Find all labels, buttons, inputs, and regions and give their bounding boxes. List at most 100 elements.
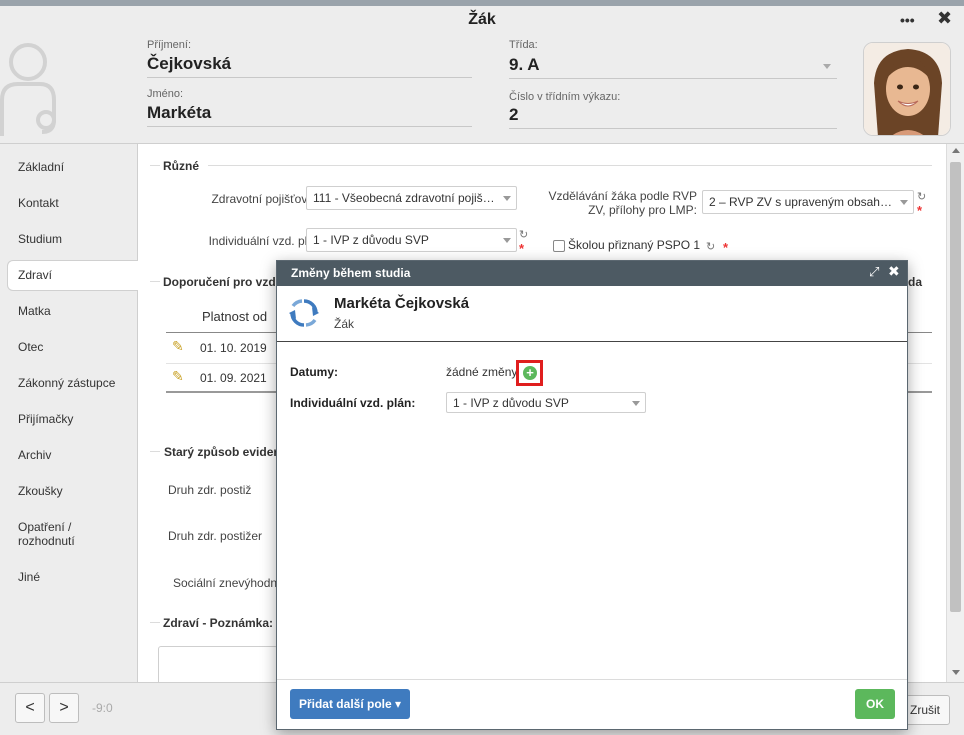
pencil-icon[interactable]: ✎ — [172, 338, 184, 355]
refresh-icon[interactable]: ↻ — [706, 240, 715, 253]
sidebar-item-matka[interactable]: Matka — [18, 304, 51, 318]
record-counter: -9:0 — [92, 701, 113, 715]
sidebar-item-zakonny-zastupce[interactable]: Zákonný zástupce — [18, 376, 115, 390]
dialog-student-role: Žák — [334, 317, 355, 331]
chevron-down-icon — [503, 238, 511, 243]
sidebar: Základní Kontakt Studium Zdraví Matka Ot… — [0, 144, 139, 682]
class-label: Třída: — [509, 39, 538, 51]
sidebar-item-opatreni[interactable]: Opatření / rozhodnutí — [18, 520, 75, 548]
ivp-label: Individuální vzd. plán: — [208, 234, 324, 248]
sidebar-item-kontakt[interactable]: Kontakt — [18, 196, 59, 210]
ok-button[interactable]: OK — [855, 689, 895, 719]
chevron-down-icon — [632, 401, 640, 406]
sidebar-item-opatreni-line2: rozhodnutí — [18, 534, 75, 548]
section-title-poznamka: Zdraví - Poznámka: — [163, 616, 274, 630]
changes-dialog: Změny během studia ⤢ ✖ Markéta Čejkovská… — [276, 260, 908, 730]
rvp-label-line1: Vzdělávání žáka podle RVP — [548, 189, 697, 203]
window-header: Žák ••• ✖ Příjmení: Čejkovská Jméno: Mar… — [0, 6, 964, 144]
scrollbar[interactable] — [946, 144, 964, 682]
rvp-label-line2: ZV, přílohy pro LMP: — [588, 203, 697, 217]
dialog-ivp-label: Individuální vzd. plán: — [290, 396, 416, 410]
datumy-value: žádné změny — [446, 365, 518, 379]
number-label: Číslo v třídním výkazu: — [509, 91, 621, 103]
rvp-select[interactable]: 2 – RVP ZV s upraveným obsahe… — [702, 190, 914, 214]
close-icon[interactable]: ✖ — [937, 8, 952, 29]
number-value: 2 — [509, 105, 837, 129]
chevron-down-icon — [503, 196, 511, 201]
sidebar-item-prijimacky[interactable]: Přijímačky — [18, 412, 73, 426]
section-title-doporuceni-right: da — [908, 275, 923, 289]
sidebar-item-zakladni[interactable]: Základní — [18, 160, 64, 174]
note-textarea[interactable] — [158, 646, 278, 686]
scroll-up-icon[interactable] — [952, 148, 960, 153]
section-line — [150, 451, 160, 452]
sidebar-item-opatreni-line1: Opatření / — [18, 520, 72, 534]
pspo-label: Školou přiznaný PSPO 1 — [568, 238, 701, 252]
dialog-footer-line — [277, 679, 907, 680]
section-line — [150, 622, 160, 623]
refresh-icon[interactable]: ↻ — [917, 190, 926, 203]
required-icon: * — [519, 241, 525, 256]
insurance-label: Zdravotní pojišťovna: — [211, 192, 324, 206]
dialog-title: Změny během studia — [291, 266, 411, 280]
insurance-select[interactable]: 111 - Všeobecná zdravotní pojišť… — [306, 186, 517, 210]
girl-portrait-icon — [864, 43, 950, 135]
surname-value: Čejkovská — [147, 54, 472, 78]
section-title-doporuceni: Doporučení pro vzd — [163, 275, 276, 289]
section-title-ruzne: Různé — [163, 159, 199, 173]
firstname-value: Markéta — [147, 103, 472, 127]
surname-label: Příjmení: — [147, 39, 192, 51]
expand-icon[interactable]: ⤢ — [869, 264, 879, 280]
sync-icon — [289, 299, 319, 327]
person-placeholder-icon — [0, 43, 56, 136]
add-date-plus-icon[interactable]: + — [523, 366, 537, 380]
table-cell-date: 01. 10. 2019 — [200, 341, 267, 355]
next-button[interactable]: > — [49, 693, 79, 723]
scroll-down-icon[interactable] — [952, 670, 960, 675]
sidebar-item-otec[interactable]: Otec — [18, 340, 43, 354]
dialog-close-icon[interactable]: ✖ — [888, 263, 900, 280]
add-field-button[interactable]: Přidat další pole ▾ — [290, 689, 410, 719]
more-options-icon[interactable]: ••• — [900, 12, 915, 28]
class-select[interactable]: 9. A — [509, 55, 837, 79]
datumy-label: Datumy: — [290, 365, 339, 379]
druh1-label: Druh zdr. postiž — [168, 483, 252, 497]
refresh-icon[interactable]: ↻ — [519, 228, 528, 241]
dialog-ivp-value: 1 - IVP z důvodu SVP — [453, 396, 569, 410]
dialog-header: Změny během studia ⤢ ✖ — [277, 261, 907, 286]
section-title-stary: Starý způsob evider — [164, 445, 279, 459]
sidebar-item-studium[interactable]: Studium — [18, 232, 62, 246]
sidebar-item-archiv[interactable]: Archiv — [18, 448, 51, 462]
rvp-value: 2 – RVP ZV s upraveným obsahe… — [709, 195, 899, 209]
rvp-label: Vzdělávání žáka podle RVP ZV, přílohy pr… — [518, 189, 697, 217]
socialni-label: Sociální znevýhodn — [173, 576, 278, 590]
sidebar-item-jine[interactable]: Jiné — [18, 570, 40, 584]
dialog-student-name: Markéta Čejkovská — [334, 295, 470, 312]
ivp-value: 1 - IVP z důvodu SVP — [313, 233, 429, 247]
required-icon: * — [723, 240, 729, 255]
add-date-highlight: + — [516, 360, 543, 386]
pencil-icon[interactable]: ✎ — [172, 368, 184, 385]
table-cell-date: 01. 09. 2021 — [200, 371, 267, 385]
dialog-ivp-select[interactable]: 1 - IVP z důvodu SVP — [446, 392, 646, 413]
druh2-label: Druh zdr. postižer — [168, 529, 263, 543]
chevron-down-icon — [823, 64, 831, 69]
section-line — [150, 165, 160, 166]
firstname-label: Jméno: — [147, 88, 184, 100]
pspo-checkbox[interactable] — [553, 240, 565, 252]
insurance-value: 111 - Všeobecná zdravotní pojišť… — [313, 191, 500, 205]
scroll-thumb[interactable] — [950, 162, 961, 612]
section-line — [150, 281, 160, 282]
class-value: 9. A — [509, 55, 540, 74]
prev-button[interactable]: < — [15, 693, 45, 723]
section-line — [208, 165, 932, 166]
ivp-select[interactable]: 1 - IVP z důvodu SVP — [306, 228, 517, 252]
chevron-down-icon — [900, 200, 908, 205]
dialog-divider — [277, 341, 907, 342]
required-icon: * — [917, 203, 923, 218]
sidebar-item-zkousky[interactable]: Zkoušky — [18, 484, 63, 498]
table-header-platnost: Platnost od — [202, 309, 268, 324]
window-title: Žák — [468, 11, 496, 28]
student-photo — [863, 42, 951, 136]
sidebar-item-zdravi[interactable]: Zdraví — [18, 268, 52, 282]
